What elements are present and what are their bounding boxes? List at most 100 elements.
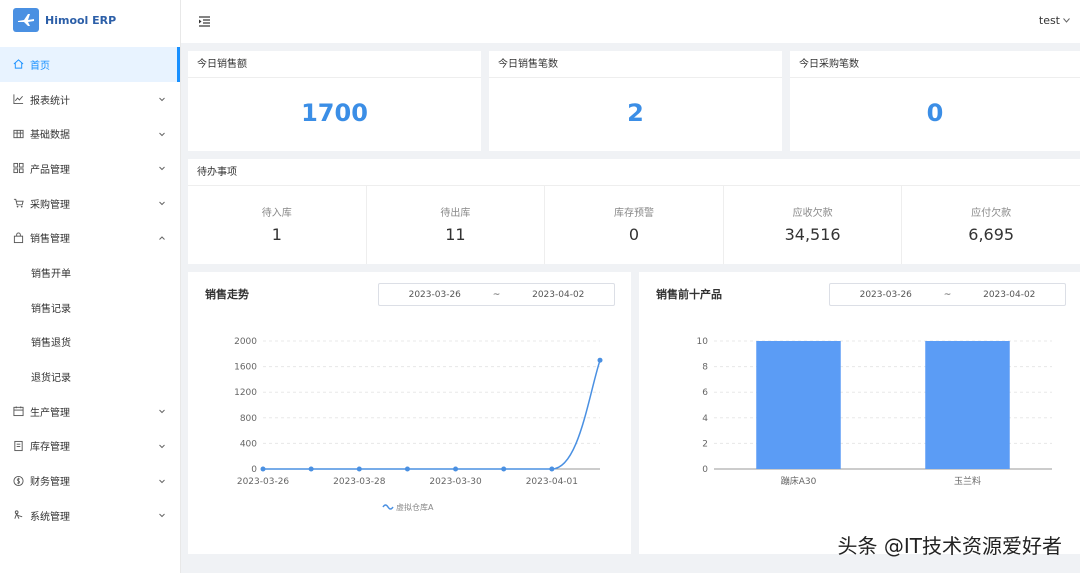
todo-item[interactable]: 应收欠款 34,516 <box>724 186 903 264</box>
data-point[interactable] <box>260 466 266 472</box>
shopping-bag-icon <box>13 232 24 243</box>
sidebar-item-label: 生产管理 <box>30 407 70 419</box>
app-root: Himool ERP 首页报表统计 基础数据 产品管理采购管理销售管理销售开单销售记… <box>0 0 1080 573</box>
data-point[interactable] <box>453 466 459 472</box>
y-tick-label: 6 <box>702 388 708 398</box>
y-tick-label: 2 <box>702 439 708 449</box>
series-line <box>263 359 601 470</box>
y-tick-label: 1600 <box>234 363 257 373</box>
stat-card-sales-amount: 今日销售额 1700 <box>188 51 481 151</box>
watermark: 头条 @IT技术资源爱好者 <box>837 534 1062 558</box>
stat-value: 2 <box>627 99 644 127</box>
home-icon <box>13 59 24 70</box>
stat-value: 1700 <box>301 99 368 127</box>
sidebar-item-3[interactable]: 产品管理 <box>0 151 180 186</box>
todo-item[interactable]: 待入库 1 <box>188 186 367 264</box>
todo-value: 0 <box>628 225 640 244</box>
sidebar-item-label: 库存管理 <box>30 442 70 454</box>
y-tick-label: 8 <box>702 363 708 373</box>
todo-item[interactable]: 待出库 11 <box>367 186 546 264</box>
sidebar-menu: 首页报表统计 基础数据 产品管理采购管理销售管理销售开单销售记录销售退货退货记录生产… <box>0 47 180 533</box>
logo-plane-icon <box>13 8 39 32</box>
sidebar-item-13[interactable]: 系统管理 <box>0 498 180 533</box>
sales-trend-line-chart: 0 400 800 1200 1600 2000 2023-03-26 2023-03-28 2… <box>234 337 603 512</box>
y-tick-label: 4 <box>702 414 708 424</box>
bar[interactable] <box>925 341 1010 469</box>
data-point[interactable] <box>404 466 410 472</box>
data-point[interactable] <box>356 466 362 472</box>
stat-card-sales-count: 今日销售笔数 2 <box>489 51 782 151</box>
chevron-down-icon <box>158 511 166 519</box>
sidebar-item-2[interactable]: 基础数据 <box>0 116 180 151</box>
sidebar-item-sub-9[interactable]: 退货记录 <box>0 359 180 394</box>
todo-label: 应付欠款 <box>971 208 1012 219</box>
logo[interactable]: Himool ERP <box>0 0 180 40</box>
sidebar-item-label: 销售退货 <box>31 338 71 350</box>
sidebar-item-label: 销售开单 <box>31 268 71 280</box>
menu-fold-icon[interactable] <box>198 13 211 27</box>
sidebar-item-12[interactable]: 财务管理 <box>0 463 180 498</box>
x-tick-label: 蹦床A30 <box>781 475 817 487</box>
stat-title: 今日采购笔数 <box>790 51 1080 78</box>
sidebar-item-label: 退货记录 <box>31 373 71 385</box>
y-tick-label: 1200 <box>234 388 257 398</box>
todo-value: 1 <box>271 225 282 244</box>
x-tick-label: 2023-03-28 <box>333 477 386 487</box>
stat-card-purchase-count: 今日采购笔数 0 <box>790 51 1080 151</box>
todo-item[interactable]: 应付欠款 6,695 <box>902 186 1080 264</box>
todo-grid: 待入库 1 待出库 11 库存预警 0 应收欠款 34,516 应付欠款 6,695 <box>188 186 1080 264</box>
chevron-down-icon <box>158 130 166 138</box>
sidebar-item-sub-6[interactable]: 销售开单 <box>0 255 180 290</box>
data-point[interactable] <box>501 466 507 472</box>
chevron-down-icon <box>158 164 166 172</box>
todo-label: 库存预警 <box>613 208 654 219</box>
y-tick-label: 10 <box>697 337 709 347</box>
x-tick-label: 玉兰料 <box>954 475 981 487</box>
chevron-down-icon <box>158 407 166 415</box>
sidebar-item-11[interactable]: 库存管理 <box>0 429 180 464</box>
data-point[interactable] <box>597 357 603 363</box>
top-header: test <box>181 0 1080 43</box>
chevron-down-icon <box>158 477 166 485</box>
stat-title: 今日销售额 <box>188 51 481 78</box>
shopping-cart-icon <box>13 198 24 209</box>
todo-item[interactable]: 库存预警 0 <box>545 186 724 264</box>
x-tick-label: 2023-03-26 <box>237 477 290 487</box>
sidebar-item-label: 采购管理 <box>30 199 70 211</box>
top-products-card: 销售前十产品 2023-03-26 ~ 2023-04-02 0 2 4 6 8 10 蹦床… <box>639 272 1080 554</box>
todo-value: 11 <box>445 225 466 244</box>
table-icon <box>13 128 24 139</box>
todo-label: 应收欠款 <box>792 208 833 219</box>
sidebar-item-5[interactable]: 销售管理 <box>0 220 180 255</box>
sidebar-item-sub-7[interactable]: 销售记录 <box>0 290 180 325</box>
todo-label: 待入库 <box>261 208 292 219</box>
sidebar-item-0[interactable]: 首页 <box>0 47 180 82</box>
y-tick-label: 400 <box>240 439 257 449</box>
data-point[interactable] <box>308 466 314 472</box>
chevron-down-icon <box>158 442 166 450</box>
chevron-down-icon <box>158 199 166 207</box>
sales-trend-card: 销售走势 2023-03-26 ~ 2023-04-02 0 400 800 1200… <box>188 272 631 554</box>
sidebar-item-10[interactable]: 生产管理 <box>0 394 180 429</box>
y-tick-label: 2000 <box>234 337 257 347</box>
legend-line-icon <box>382 504 394 510</box>
sidebar-item-label: 销售记录 <box>31 303 71 315</box>
stat-title: 今日销售笔数 <box>489 51 782 78</box>
chevron-up-icon <box>158 234 166 242</box>
data-point[interactable] <box>549 466 555 472</box>
x-tick-label: 2023-03-30 <box>429 477 482 487</box>
sidebar-item-sub-8[interactable]: 销售退货 <box>0 325 180 360</box>
y-tick-label: 0 <box>251 465 257 475</box>
sidebar-item-4[interactable]: 采购管理 <box>0 186 180 221</box>
legend-label[interactable]: 虚拟仓库A <box>396 502 434 512</box>
cluster-icon <box>13 510 24 521</box>
sidebar-item-label: 系统管理 <box>30 511 70 523</box>
sidebar-item-1[interactable]: 报表统计 <box>0 82 180 117</box>
sidebar-item-label: 销售管理 <box>30 234 70 246</box>
chevron-down-icon <box>158 95 166 103</box>
user-menu[interactable]: test <box>1039 14 1070 27</box>
sidebar: Himool ERP 首页报表统计 基础数据 产品管理采购管理销售管理销售开单销售记… <box>0 0 181 573</box>
bar[interactable] <box>756 341 841 469</box>
chevron-down-icon <box>1063 18 1070 23</box>
sidebar-item-label: 首页 <box>30 60 50 72</box>
